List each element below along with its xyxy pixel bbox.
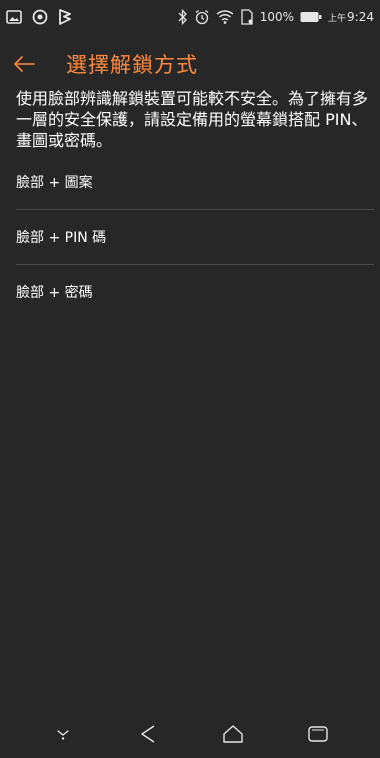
recents-icon — [307, 725, 329, 743]
clock-time: 9:24 — [347, 10, 374, 24]
recents-button[interactable] — [293, 714, 343, 754]
home-icon — [222, 724, 244, 744]
battery-icon — [300, 11, 322, 23]
description-text: 使用臉部辨識解鎖裝置可能較不安全。為了擁有多一層的安全保護，請設定備用的螢幕鎖搭… — [16, 89, 369, 150]
option-face-pin[interactable]: 臉部 + PIN 碼 — [0, 210, 380, 264]
image-icon — [6, 10, 22, 24]
flag-icon — [58, 9, 72, 25]
option-face-pattern[interactable]: 臉部 + 圖案 — [0, 155, 380, 209]
arrow-left-icon — [13, 55, 35, 73]
clock-ampm: 上午 — [328, 14, 347, 24]
sim-icon — [240, 9, 254, 25]
app-bar: 選擇解鎖方式 — [0, 44, 380, 84]
bluetooth-icon — [178, 9, 188, 25]
status-bar: 100% 上午9:24 — [0, 0, 380, 34]
option-face-password[interactable]: 臉部 + 密碼 — [0, 265, 380, 319]
screen: 100% 上午9:24 選擇解鎖方式 使用臉部辨識解鎖裝置可能較不安全。為了擁有… — [0, 0, 380, 758]
collapse-button[interactable] — [38, 714, 88, 754]
option-label: 臉部 + 圖案 — [16, 175, 93, 191]
navigation-bar — [0, 710, 380, 758]
alarm-icon — [194, 9, 210, 25]
back-button[interactable] — [4, 44, 44, 84]
status-right: 100% 上午9:24 — [178, 9, 374, 25]
unlock-options-list: 臉部 + 圖案 臉部 + PIN 碼 臉部 + 密碼 — [0, 155, 380, 319]
status-clock: 上午9:24 — [328, 10, 374, 24]
page-title: 選擇解鎖方式 — [66, 53, 198, 77]
content: 使用臉部辨識解鎖裝置可能較不安全。為了擁有多一層的安全保護，請設定備用的螢幕鎖搭… — [0, 88, 380, 319]
option-label: 臉部 + 密碼 — [16, 285, 93, 301]
home-button[interactable] — [208, 714, 258, 754]
nav-back-button[interactable] — [123, 714, 173, 754]
battery-percent: 100% — [259, 10, 295, 24]
collapse-icon — [55, 728, 71, 740]
option-label: 臉部 + PIN 碼 — [16, 230, 107, 246]
sync-icon — [32, 9, 48, 25]
status-left — [6, 9, 72, 25]
back-icon — [139, 724, 157, 744]
wifi-icon — [216, 9, 234, 25]
